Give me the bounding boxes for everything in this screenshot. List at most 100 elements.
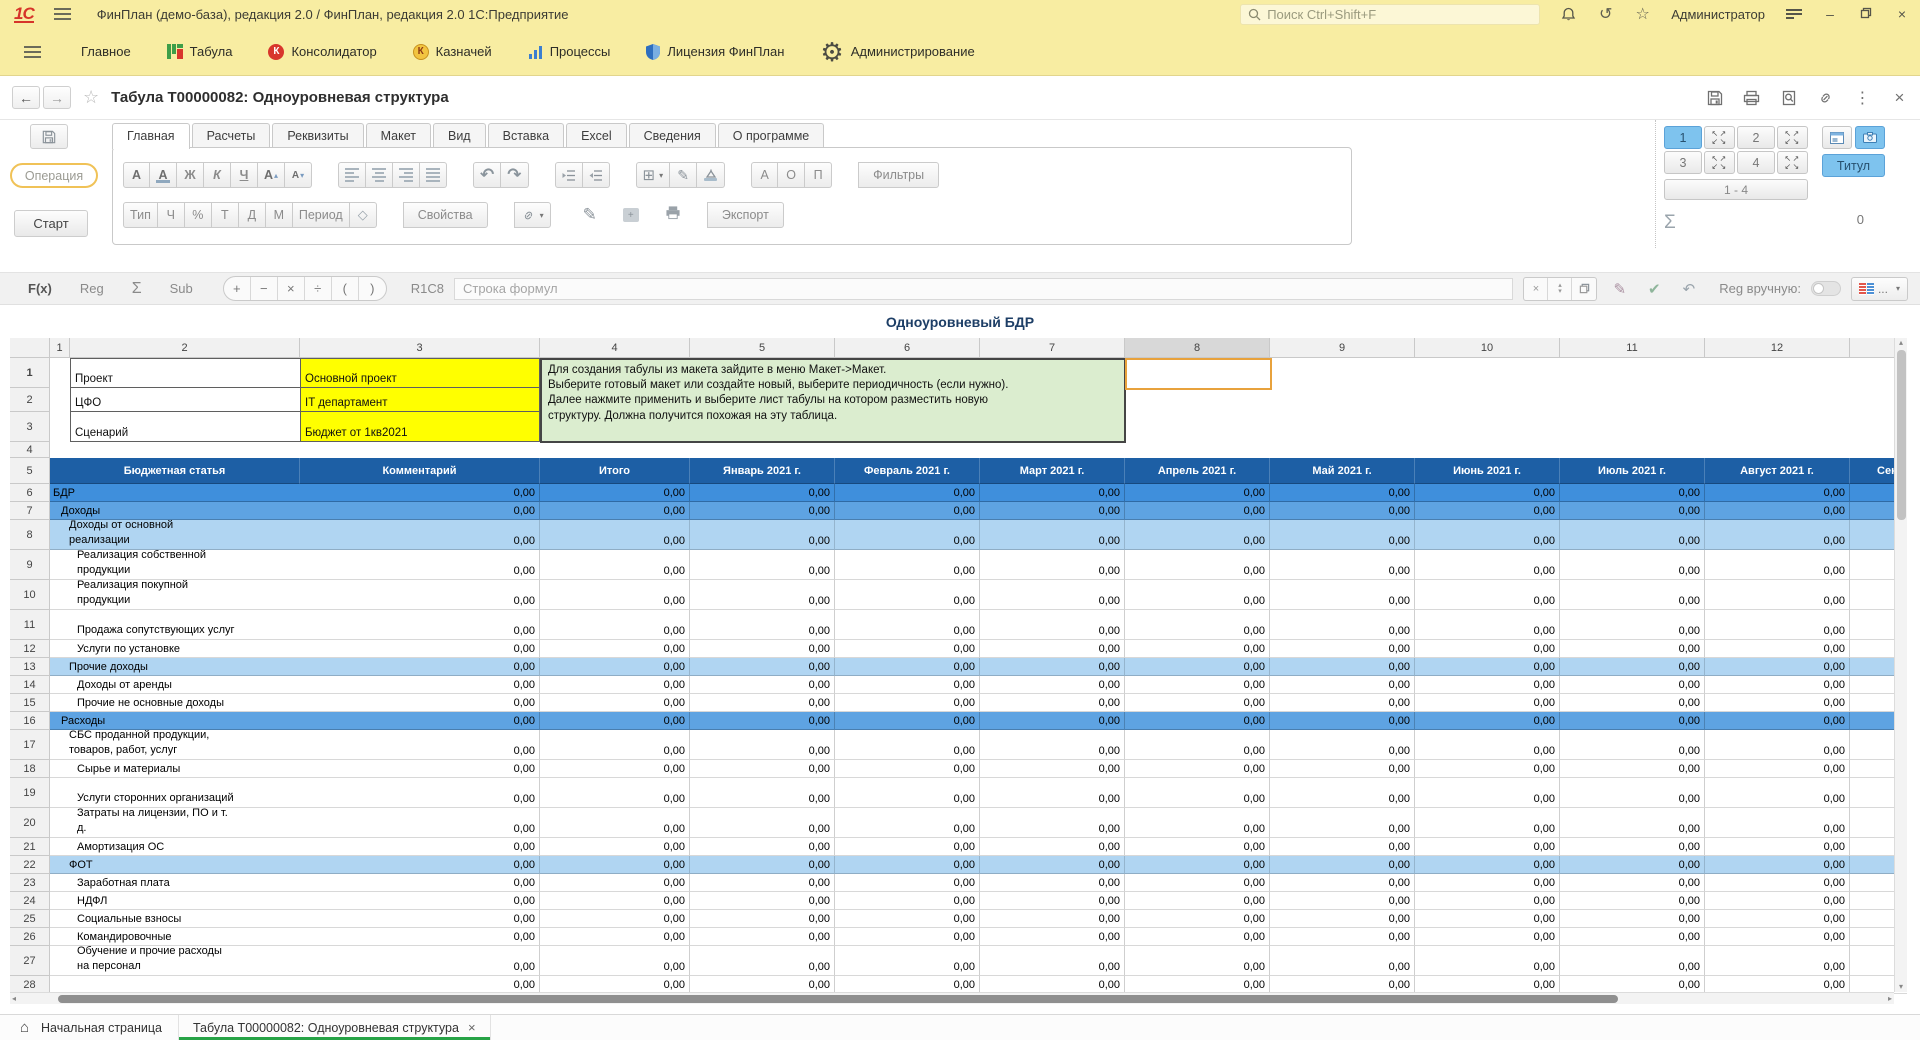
row-header[interactable]: 23 [10, 874, 50, 892]
cell[interactable]: 0,00 [690, 520, 835, 550]
tab-vstavka[interactable]: Вставка [488, 123, 564, 149]
cell[interactable]: 0,00 [1415, 760, 1560, 778]
cell[interactable]: 0,00 [540, 712, 690, 730]
row-header[interactable]: 21 [10, 838, 50, 856]
cell[interactable]: 0,00 [1270, 946, 1415, 976]
cell[interactable]: 0,00 [300, 838, 540, 856]
cell[interactable]: 0,00 [1560, 760, 1705, 778]
row-header[interactable]: 24 [10, 892, 50, 910]
align-center-button[interactable] [366, 162, 393, 188]
row-header[interactable]: 9 [10, 550, 50, 580]
row-label[interactable]: Доходы [50, 502, 300, 520]
cell[interactable]: 0,00 [1125, 712, 1270, 730]
info-value-cell[interactable]: IT департамент [300, 388, 540, 412]
cell[interactable]: 0,00 [540, 856, 690, 874]
row-label[interactable]: Затраты на лицензии, ПО и т. д. [50, 808, 300, 838]
cell[interactable]: 0,00 [1125, 502, 1270, 520]
cell[interactable]: 0,00 [1415, 730, 1560, 760]
tab-rekvizity[interactable]: Реквизиты [272, 123, 363, 149]
cell[interactable]: 0,00 [1415, 658, 1560, 676]
row-label[interactable]: СБС проданной продукции, товаров, работ,… [50, 730, 300, 760]
month-format-button[interactable]: М [266, 202, 293, 228]
increase-indent-button[interactable] [583, 162, 610, 188]
row-header[interactable]: 8 [10, 520, 50, 550]
cell[interactable]: 0,00 [980, 760, 1125, 778]
cell[interactable]: 0,00 [1560, 520, 1705, 550]
cell[interactable]: 0,00 [1125, 892, 1270, 910]
cell[interactable]: 0,00 [835, 928, 980, 946]
cell[interactable]: 0,00 [1705, 610, 1850, 640]
cell[interactable]: 0,00 [690, 610, 835, 640]
cell[interactable]: 0,00 [1560, 778, 1705, 808]
cell[interactable]: 0,00 [1705, 580, 1850, 610]
confirm-check-icon[interactable]: ✔ [1648, 280, 1661, 298]
scroll-right-arrow[interactable]: ▸ [1888, 994, 1892, 1003]
cell[interactable]: 0,00 [1415, 946, 1560, 976]
cell[interactable]: 0,00 [690, 502, 835, 520]
cell[interactable]: 0,00 [1705, 856, 1850, 874]
multiply-button[interactable]: × [278, 277, 305, 300]
row-label[interactable]: Реализация собственной продукции [50, 550, 300, 580]
grid-corner[interactable] [10, 338, 50, 358]
row-header[interactable]: 17 [10, 730, 50, 760]
cell[interactable]: 0,00 [300, 676, 540, 694]
cell[interactable]: 0,00 [690, 580, 835, 610]
cell[interactable]: 0,00 [980, 808, 1125, 838]
cell[interactable]: 0,00 [300, 694, 540, 712]
page-4-button[interactable]: 4 [1737, 151, 1775, 174]
tab-glavnaya[interactable]: Главная [112, 123, 190, 149]
cell[interactable]: 0,00 [300, 640, 540, 658]
cell[interactable]: 0,00 [1705, 892, 1850, 910]
cell[interactable]: 0,00 [540, 760, 690, 778]
row-header[interactable]: 6 [10, 484, 50, 502]
row-header[interactable]: 3 [10, 412, 50, 442]
row-label[interactable]: Услуги по установке [50, 640, 300, 658]
row-label[interactable]: Расходы [50, 712, 300, 730]
tab-excel[interactable]: Excel [566, 123, 627, 149]
cell[interactable]: 0,00 [300, 658, 540, 676]
cell[interactable]: 0,00 [540, 694, 690, 712]
cell[interactable]: 0,00 [1560, 640, 1705, 658]
cell[interactable]: 0,00 [300, 520, 540, 550]
cell[interactable]: 0,00 [1125, 550, 1270, 580]
cell[interactable]: 0,00 [1270, 928, 1415, 946]
column-header[interactable]: 7 [980, 338, 1125, 358]
table-header-cell[interactable]: Март 2021 г. [980, 458, 1125, 484]
cell[interactable]: 0,00 [1705, 502, 1850, 520]
auto-button[interactable]: А [751, 162, 778, 188]
cell[interactable] [50, 412, 70, 442]
row-header[interactable]: 12 [10, 640, 50, 658]
cell[interactable]: 0,00 [835, 778, 980, 808]
export-button[interactable]: Экспорт [707, 202, 784, 228]
cell[interactable]: 0,00 [1560, 892, 1705, 910]
cell[interactable]: 0,00 [1125, 910, 1270, 928]
decrease-font-button[interactable]: A▾ [285, 162, 312, 188]
row-header[interactable]: 20 [10, 808, 50, 838]
minimize-button[interactable]: – [1822, 6, 1838, 22]
cell[interactable]: 0,00 [1705, 550, 1850, 580]
cell[interactable]: 0,00 [1415, 520, 1560, 550]
cell[interactable]: 0,00 [1415, 694, 1560, 712]
cell[interactable]: 0,00 [1270, 712, 1415, 730]
cell[interactable]: 0,00 [1560, 730, 1705, 760]
percent-format-button[interactable]: % [185, 202, 212, 228]
tab-maket[interactable]: Макет [366, 123, 431, 149]
cell[interactable]: 0,00 [1125, 730, 1270, 760]
menu-item-administration[interactable]: ⚙ Администрирование [802, 28, 992, 75]
cell[interactable]: 0,00 [300, 550, 540, 580]
text-color-pencil-button[interactable]: ✎ [670, 162, 697, 188]
cell[interactable]: 0,00 [1125, 874, 1270, 892]
cell[interactable]: 0,00 [1125, 520, 1270, 550]
cell[interactable]: 0,00 [1705, 838, 1850, 856]
tab-svedeniya[interactable]: Сведения [629, 123, 716, 149]
cell[interactable]: 0,00 [1415, 808, 1560, 838]
italic-button[interactable]: К [204, 162, 231, 188]
cell[interactable]: 0,00 [1270, 520, 1415, 550]
cell[interactable]: 0,00 [1705, 946, 1850, 976]
cell[interactable]: 0,00 [540, 778, 690, 808]
table-header-cell[interactable]: Июнь 2021 г. [1415, 458, 1560, 484]
row-header[interactable]: 7 [10, 502, 50, 520]
tab-o-programme[interactable]: О программе [718, 123, 824, 149]
cell[interactable]: 0,00 [1270, 760, 1415, 778]
cell[interactable]: 0,00 [1415, 502, 1560, 520]
